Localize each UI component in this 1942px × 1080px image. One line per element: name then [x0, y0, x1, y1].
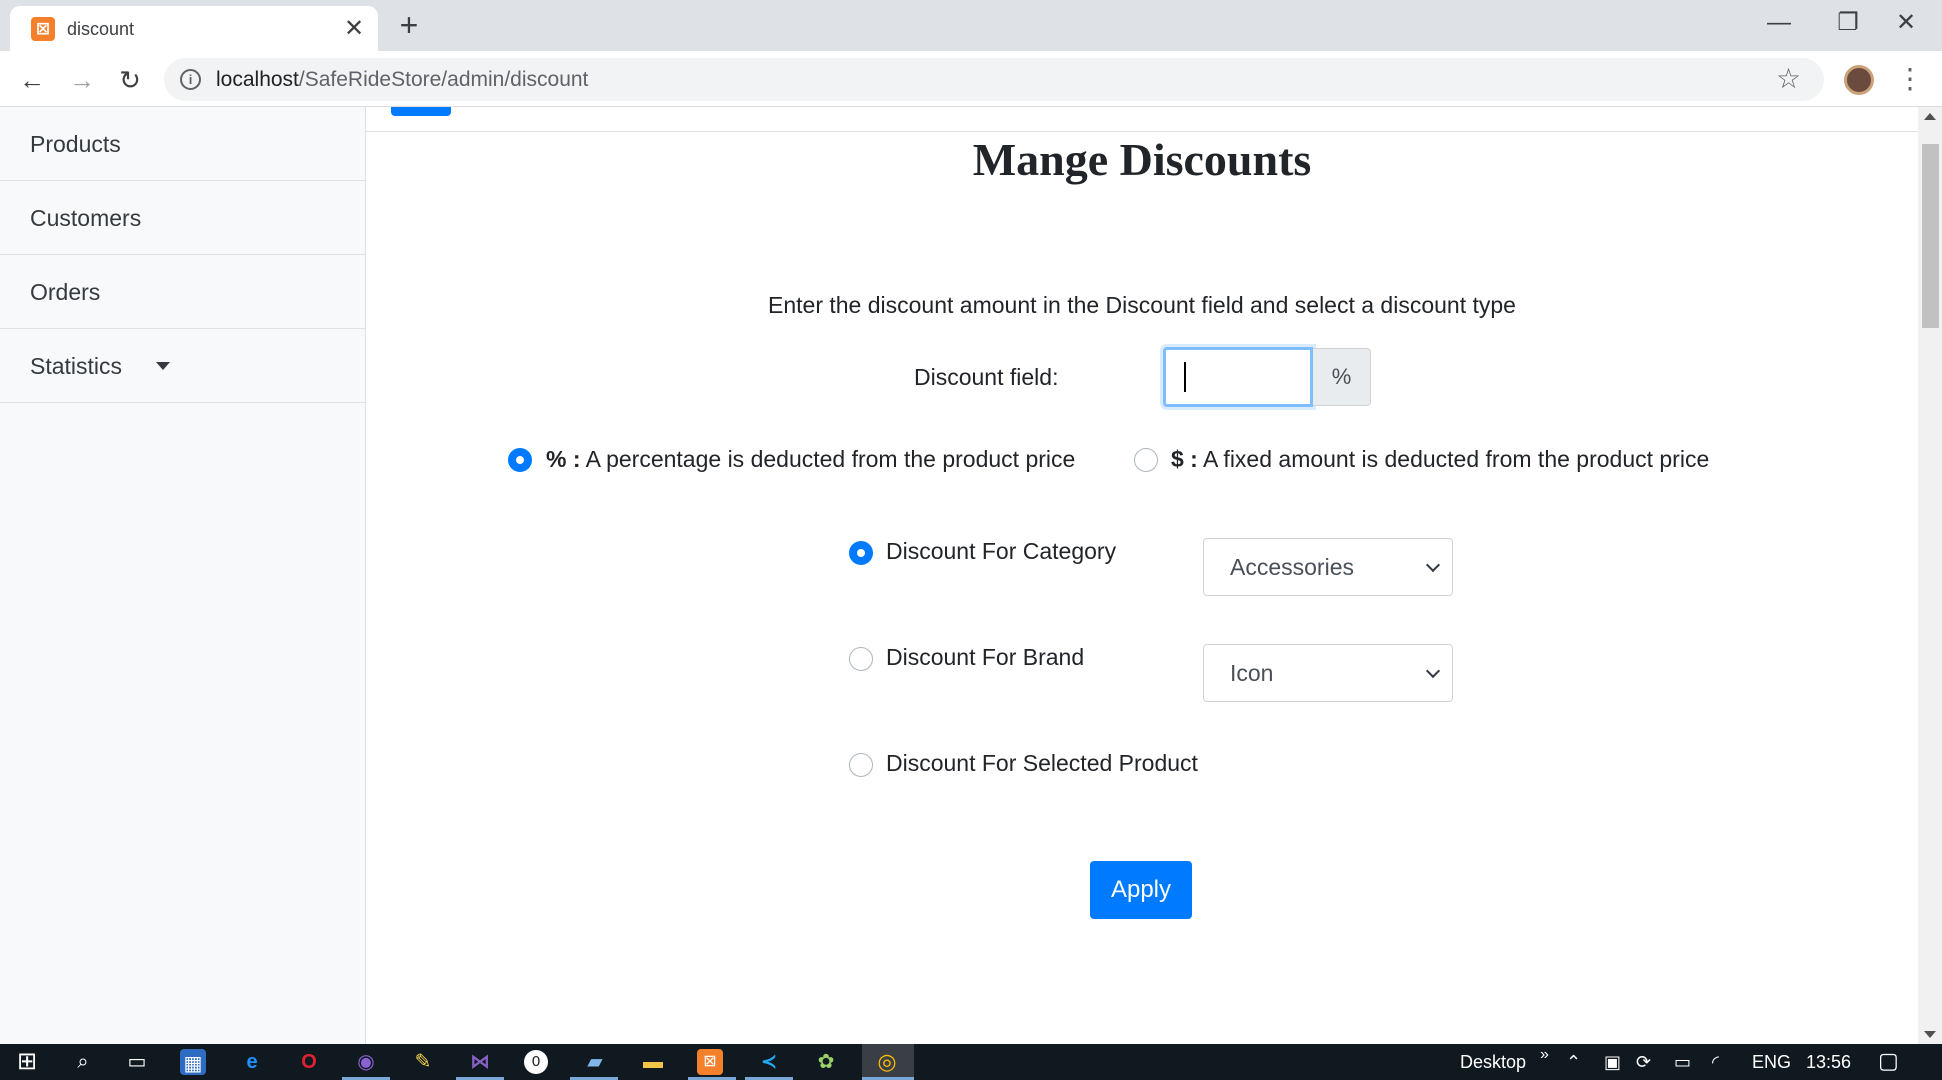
circle-app-icon[interactable]: 0: [524, 1050, 548, 1074]
page-scrollbar[interactable]: [1918, 107, 1942, 1044]
browser-tab[interactable]: ⊠ discount ✕: [10, 6, 378, 51]
dropdown-caret-icon: [156, 362, 170, 370]
xampp-favicon-icon: ⊠: [31, 17, 55, 41]
xampp-icon[interactable]: ⊠: [697, 1049, 723, 1075]
url-text: localhost/SafeRideStore/admin/discount: [216, 68, 588, 92]
product-scope-label: Discount For Selected Product: [886, 750, 1198, 776]
category-select-value: Accessories: [1230, 554, 1354, 580]
forward-arrow-icon[interactable]: →: [64, 62, 100, 98]
scrollbar-thumb[interactable]: [1922, 144, 1939, 328]
admin-sidebar: Products Customers Orders Statistics: [0, 107, 366, 1044]
brand-select-value: Icon: [1230, 660, 1274, 686]
github-desktop-icon[interactable]: ◉: [351, 1047, 381, 1077]
tab-title: discount: [67, 19, 135, 39]
browser-menu-icon[interactable]: ⋮: [1896, 61, 1924, 97]
fixed-type-radio[interactable]: [1134, 448, 1158, 472]
tab-close-icon[interactable]: ✕: [340, 15, 368, 43]
fixed-type-text: A fixed amount is deducted from the prod…: [1197, 446, 1710, 472]
file-explorer-icon[interactable]: ▬: [638, 1047, 668, 1077]
fixed-type-label: $ : A fixed amount is deducted from the …: [1171, 446, 1709, 473]
windows-start-icon[interactable]: ⊞: [12, 1047, 42, 1077]
url-path: /SafeRideStore/admin/discount: [298, 68, 589, 91]
sidebar-item-statistics[interactable]: Statistics: [0, 329, 365, 403]
toolbar-expand-icon[interactable]: »: [1540, 1046, 1549, 1064]
browser-toolbar: ← → ↻ i localhost/SafeRideStore/admin/di…: [0, 51, 1942, 107]
category-scope-radio[interactable]: [849, 541, 873, 565]
browser-tab-strip: ⊠ discount ✕ + — ❐ ✕: [0, 0, 1942, 51]
discount-field-label: Discount field:: [914, 364, 1059, 390]
category-select[interactable]: Accessories: [1203, 538, 1453, 596]
window-restore-button[interactable]: ❐: [1826, 6, 1870, 40]
update-status-icon[interactable]: ⟳: [1636, 1052, 1651, 1073]
search-icon[interactable]: ⌕: [68, 1047, 98, 1077]
scroll-up-arrow-icon[interactable]: [1924, 113, 1936, 120]
fixed-type-symbol: $ :: [1171, 446, 1198, 472]
opera-icon[interactable]: O: [294, 1047, 324, 1077]
brand-select[interactable]: Icon: [1203, 644, 1453, 702]
window-minimize-button[interactable]: —: [1757, 6, 1801, 40]
language-indicator[interactable]: ENG: [1752, 1052, 1791, 1073]
category-scope-label: Discount For Category: [886, 538, 1117, 564]
top-nav-button[interactable]: [391, 107, 451, 116]
sidebar-item-customers[interactable]: Customers: [0, 181, 365, 255]
brand-scope-radio[interactable]: [849, 647, 873, 671]
percentage-type-symbol: % :: [546, 446, 581, 472]
sidebar-item-label: Orders: [30, 279, 101, 305]
sidebar-item-label: Customers: [30, 205, 142, 231]
apply-button[interactable]: Apply: [1090, 861, 1192, 919]
visual-studio-icon[interactable]: ⋈: [465, 1047, 495, 1077]
sidebar-item-orders[interactable]: Orders: [0, 255, 365, 329]
settings-app-icon[interactable]: ✿: [811, 1047, 841, 1077]
site-info-icon[interactable]: i: [180, 69, 201, 90]
chevron-up-icon[interactable]: ⌃: [1566, 1052, 1581, 1073]
back-arrow-icon[interactable]: ←: [14, 62, 50, 98]
brand-scope-label: Discount For Brand: [886, 644, 1085, 670]
chevron-down-icon: [1425, 663, 1441, 679]
top-nav-strip: [366, 107, 1918, 132]
vscode-icon[interactable]: ≺: [754, 1047, 784, 1077]
scroll-down-arrow-icon[interactable]: [1924, 1031, 1936, 1038]
clock[interactable]: 13:56: [1806, 1052, 1851, 1073]
url-host: localhost: [216, 68, 299, 91]
battery-icon[interactable]: ▭: [1674, 1052, 1691, 1073]
percentage-type-text: A percentage is deducted from the produc…: [580, 446, 1076, 472]
profile-avatar[interactable]: [1844, 65, 1874, 95]
reload-icon[interactable]: ↻: [112, 62, 148, 98]
window-close-button[interactable]: ✕: [1884, 6, 1928, 40]
notes-app-icon[interactable]: ▰: [580, 1047, 610, 1077]
instructions-text: Enter the discount amount in the Discoun…: [768, 292, 1516, 318]
text-cursor: [1184, 362, 1186, 392]
windows-taskbar: ⊞ ⌕ ▭ ▦ e O ◉ ✎ ⋈ 0 ▰ ▬ ⊠ ≺ ✿ ◎ Desktop …: [0, 1044, 1942, 1080]
edge-icon[interactable]: e: [237, 1047, 267, 1077]
product-scope-radio[interactable]: [849, 753, 873, 777]
percentage-type-radio[interactable]: [508, 448, 532, 472]
percentage-type-label: % : A percentage is deducted from the pr…: [546, 446, 1075, 473]
wifi-icon[interactable]: ◜: [1712, 1052, 1719, 1073]
main-content: Mange Discounts Enter the discount amoun…: [366, 107, 1918, 1044]
desktop-toolbar-label[interactable]: Desktop: [1460, 1052, 1526, 1073]
chevron-down-icon: [1425, 557, 1441, 573]
sketch-app-icon[interactable]: ✎: [408, 1047, 438, 1077]
task-view-icon[interactable]: ▭: [122, 1047, 152, 1077]
sidebar-item-label: Products: [30, 131, 121, 157]
page-title: Mange Discounts: [972, 134, 1312, 185]
sidebar-item-label: Statistics: [30, 353, 123, 379]
notification-icon[interactable]: ▢: [1878, 1048, 1899, 1074]
chrome-icon[interactable]: ◎: [872, 1047, 902, 1077]
address-bar[interactable]: i localhost/SafeRideStore/admin/discount…: [164, 58, 1824, 101]
new-tab-button[interactable]: +: [392, 8, 426, 42]
percent-addon: %: [1313, 348, 1371, 406]
sidebar-item-products[interactable]: Products: [0, 107, 365, 181]
store-icon[interactable]: ▦: [180, 1049, 206, 1075]
meet-now-icon[interactable]: ▣: [1604, 1052, 1621, 1073]
bookmark-star-icon[interactable]: ☆: [1776, 64, 1801, 94]
